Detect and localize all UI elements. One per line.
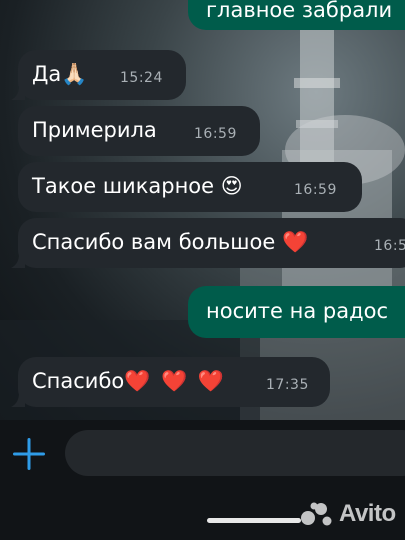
heart-emoji-icon: ❤️ (281, 230, 309, 254)
message-text-body: Спасибо вам большое (32, 230, 276, 254)
message-outgoing[interactable]: носите на радос (188, 286, 405, 338)
message-incoming[interactable]: Да🙏🏻 15:24 (11, 50, 186, 100)
avito-watermark: Avito (300, 500, 396, 528)
avito-logo-icon (301, 502, 332, 526)
message-time: 16:5 (374, 238, 405, 254)
bubble-tail (11, 254, 25, 268)
heart-emoji-icon: ❤️ ❤️ ❤️ (124, 369, 227, 393)
message-text: носите на радос (206, 299, 388, 323)
message-incoming[interactable]: Примерила 16:59 (18, 106, 260, 156)
message-text: Спасибо вам большое ❤️ (32, 229, 308, 255)
message-text: Да🙏🏻 (32, 62, 88, 86)
bubble-tail (11, 393, 25, 407)
bubble-tail (11, 86, 25, 100)
plus-icon[interactable] (12, 437, 46, 471)
message-text: Примерила (32, 118, 157, 142)
message-text-body: Спасибо (32, 369, 125, 393)
message-list: главное забрали Да🙏🏻 15:24 Примерила 16:… (0, 0, 405, 420)
message-time: 17:35 (266, 377, 309, 393)
message-outgoing[interactable]: главное забрали (188, 0, 405, 30)
message-time: 16:59 (294, 182, 337, 198)
message-text: главное забрали (206, 0, 393, 22)
message-time: 15:24 (120, 70, 163, 86)
home-indicator (207, 518, 301, 523)
message-time: 16:59 (194, 126, 237, 142)
message-input[interactable] (65, 430, 405, 476)
message-incoming[interactable]: Спасибо вам большое ❤️ 16:5 (11, 218, 405, 268)
message-incoming[interactable]: Такое шикарное 😍 16:59 (18, 162, 362, 212)
watermark-text: Avito (339, 500, 396, 527)
message-text: Спасибо❤️ ❤️ ❤️ (32, 368, 226, 394)
message-text: Такое шикарное 😍 (32, 174, 243, 198)
message-incoming[interactable]: Спасибо❤️ ❤️ ❤️ 17:35 (11, 357, 330, 407)
